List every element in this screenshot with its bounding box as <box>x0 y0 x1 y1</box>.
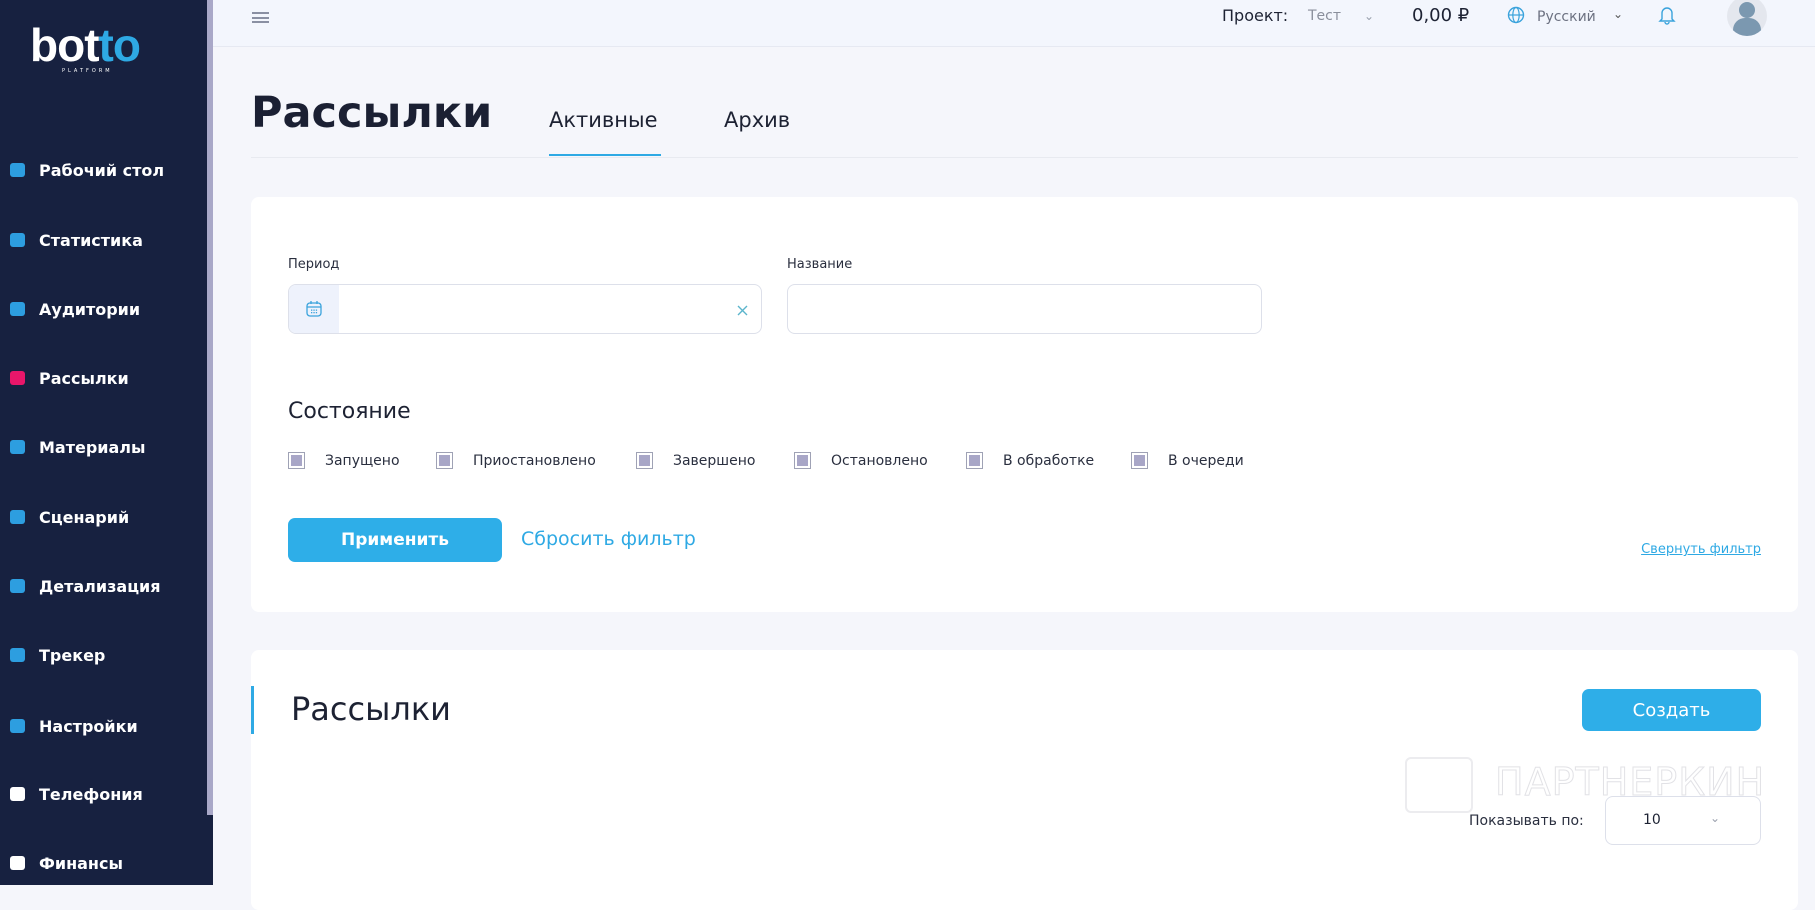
project-label: Проект: <box>1222 6 1289 25</box>
sidebar-scrollbar[interactable] <box>207 0 213 815</box>
checkbox[interactable] <box>966 452 983 469</box>
logo[interactable]: botto <box>30 18 141 72</box>
watermark-logo <box>1405 757 1473 813</box>
sidebar-item-label: Финансы <box>39 853 123 873</box>
language-select[interactable]: Русский ⌄ <box>1505 4 1625 30</box>
dashboard-icon <box>10 163 25 177</box>
sidebar-item[interactable]: Аудитории <box>0 289 207 329</box>
menu-icon[interactable] <box>252 12 269 23</box>
sidebar-item-label: Настройки <box>39 716 138 736</box>
details-icon <box>10 579 25 593</box>
chart-icon <box>10 233 25 247</box>
state-label: Приостановлено <box>473 452 596 469</box>
state-label: Запущено <box>325 452 400 469</box>
sidebar-item[interactable]: Финансы <box>0 843 207 883</box>
sidebar-item-label: Статистика <box>39 230 143 250</box>
tab-active[interactable]: Активные <box>549 108 658 132</box>
sidebar-item[interactable]: Статистика <box>0 220 207 260</box>
chevron-down-icon: ⌄ <box>1613 7 1624 21</box>
per-page-select[interactable]: 10 ⌄ <box>1605 796 1761 845</box>
state-label: В обработке <box>1003 452 1095 469</box>
checkbox[interactable] <box>1131 452 1148 469</box>
materials-icon <box>10 440 25 454</box>
wallet-icon <box>10 856 25 870</box>
bell-icon[interactable] <box>1658 5 1676 25</box>
project-select[interactable]: Тест ⌄ <box>1306 4 1386 30</box>
sidebar-item[interactable]: Детализация <box>0 566 207 606</box>
period-input[interactable] <box>288 284 762 334</box>
sidebar-item-label: Телефония <box>39 784 143 804</box>
state-label: Завершено <box>673 452 756 469</box>
sidebar-item[interactable]: Телефония <box>0 774 207 814</box>
name-input[interactable] <box>787 284 1262 334</box>
calendar-icon <box>306 301 322 317</box>
globe-icon <box>1507 6 1525 24</box>
checkbox[interactable] <box>288 452 305 469</box>
sidebar-item[interactable]: Настройки <box>0 706 207 746</box>
checkbox[interactable] <box>636 452 653 469</box>
sidebar-item[interactable]: Материалы <box>0 427 207 467</box>
mailing-icon <box>10 371 25 385</box>
reset-filter-link[interactable]: Сбросить фильтр <box>521 528 696 550</box>
collapse-filter-link[interactable]: Свернуть фильтр <box>1641 542 1761 557</box>
clear-icon[interactable] <box>737 305 748 316</box>
page-title: Рассылки <box>251 88 493 138</box>
state-title: Состояние <box>288 399 411 424</box>
state-label: Остановлено <box>831 452 928 469</box>
name-label: Название <box>787 257 853 272</box>
scenario-icon <box>10 510 25 524</box>
sidebar-item[interactable]: Трекер <box>0 635 207 675</box>
phone-icon <box>10 787 25 801</box>
apply-button[interactable]: Применить <box>288 518 502 562</box>
state-checkbox[interactable]: В обработке <box>966 452 1094 469</box>
section-title: Рассылки <box>291 690 451 728</box>
sidebar: botto PLATFORM Рабочий стол Статистика Ауд… <box>0 0 213 885</box>
sidebar-item-label: Аудитории <box>39 299 141 319</box>
chevron-down-icon: ⌄ <box>1710 811 1721 825</box>
sidebar-item[interactable]: Рассылки <box>0 358 207 398</box>
section-accent <box>251 686 254 734</box>
state-checkbox[interactable]: В очереди <box>1131 452 1244 469</box>
state-checkbox[interactable]: Приостановлено <box>436 452 596 469</box>
checkbox[interactable] <box>794 452 811 469</box>
per-page-value: 10 <box>1643 812 1661 828</box>
checkbox[interactable] <box>436 452 453 469</box>
active-tab-indicator <box>549 154 661 156</box>
state-checkbox[interactable]: Запущено <box>288 452 400 469</box>
calendar-button[interactable] <box>289 285 339 333</box>
sidebar-item-label: Материалы <box>39 437 146 457</box>
logo-subtitle: PLATFORM <box>62 68 113 74</box>
sidebar-item[interactable]: Сценарий <box>0 497 207 537</box>
tracker-icon <box>10 648 25 662</box>
create-button[interactable]: Создать <box>1582 689 1761 731</box>
sidebar-item-label: Сценарий <box>39 507 130 527</box>
sidebar-item-label: Рабочий стол <box>39 160 165 180</box>
sidebar-item-label: Трекер <box>39 645 106 665</box>
tab-archive[interactable]: Архив <box>724 108 790 132</box>
users-icon <box>10 302 25 316</box>
language-value: Русский <box>1537 9 1596 25</box>
sidebar-item[interactable]: Рабочий стол <box>0 150 207 190</box>
state-checkbox[interactable]: Завершено <box>636 452 755 469</box>
balance: 0,00 ₽ <box>1412 5 1470 26</box>
chevron-down-icon: ⌄ <box>1364 9 1375 23</box>
divider <box>251 157 1798 158</box>
sidebar-item-label: Детализация <box>39 576 161 596</box>
state-checkbox[interactable]: Остановлено <box>794 452 928 469</box>
gear-icon <box>10 719 25 733</box>
period-label: Период <box>288 257 340 272</box>
sidebar-item-label: Рассылки <box>39 368 129 388</box>
project-value: Тест <box>1308 8 1342 24</box>
state-label: В очереди <box>1168 452 1244 469</box>
per-page-label: Показывать по: <box>1469 813 1584 829</box>
